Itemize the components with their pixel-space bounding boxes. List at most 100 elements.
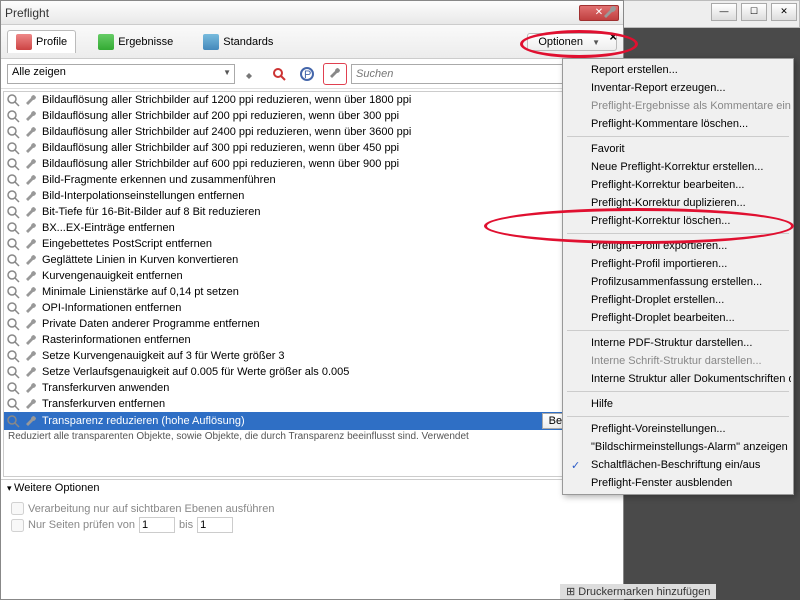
wrench-icon (24, 125, 38, 139)
mi-inventory[interactable]: Inventar-Report erzeugen... (565, 79, 791, 97)
wrench-icon (24, 141, 38, 155)
toolbar: Alle zeigen P (1, 59, 623, 89)
wrench-icon (24, 253, 38, 267)
magnify-icon (6, 414, 20, 428)
search-tool-button[interactable] (267, 63, 291, 85)
mi-alarm[interactable]: "Bildschirmeinstellungs-Alarm" anzeigen (565, 438, 791, 456)
item-label: Bildauflösung aller Strichbilder auf 240… (42, 126, 411, 138)
list-item[interactable]: Geglättete Linien in Kurven konvertieren (4, 252, 620, 268)
mi-doc-fonts[interactable]: Interne Struktur aller Dokumentschriften… (565, 370, 791, 388)
wrench-icon (24, 414, 38, 428)
mi-report[interactable]: Report erstellen... (565, 61, 791, 79)
mi-favorite[interactable]: Favorit (565, 140, 791, 158)
expander-label: Weitere Optionen (14, 482, 99, 494)
mi-pdf-struct[interactable]: Interne PDF-Struktur darstellen... (565, 334, 791, 352)
bg-min[interactable]: — (711, 3, 737, 21)
window-title: Preflight (5, 6, 49, 20)
magnify-icon (6, 333, 20, 347)
tab-profile[interactable]: Profile (7, 30, 76, 53)
mi-import-profile[interactable]: Preflight-Profil importieren... (565, 255, 791, 273)
mi-hide[interactable]: Preflight-Fenster ausblenden (565, 474, 791, 492)
fixup-list[interactable]: Bildauflösung aller Strichbilder auf 120… (3, 91, 621, 477)
magnify-icon (6, 237, 20, 251)
item-label: Bildauflösung aller Strichbilder auf 120… (42, 94, 411, 106)
visible-layers-checkbox[interactable]: Verarbeitung nur auf sichtbaren Ebenen a… (11, 502, 613, 515)
list-item[interactable]: Setze Kurvengenauigkeit auf 3 für Werte … (4, 348, 620, 364)
magnify-icon (6, 93, 20, 107)
list-item[interactable]: OPI-Informationen entfernen (4, 300, 620, 316)
magnify-icon (6, 189, 20, 203)
list-item[interactable]: Bild-Interpolationseinstellungen entfern… (4, 188, 620, 204)
filter-combo[interactable]: Alle zeigen (7, 64, 235, 84)
mi-del-fix[interactable]: Preflight-Korrektur löschen... (565, 212, 791, 230)
page-to-input[interactable] (197, 517, 233, 533)
wrench-icon (24, 397, 38, 411)
menu-separator (567, 233, 789, 234)
mi-results-comments: Preflight-Ergebnisse als Kommentare einf (565, 97, 791, 115)
item-label: Bit-Tiefe für 16-Bit-Bilder auf 8 Bit re… (42, 206, 260, 218)
mi-help[interactable]: Hilfe (565, 395, 791, 413)
bg-close[interactable]: ✕ (771, 3, 797, 21)
mi-edit-droplet[interactable]: Preflight-Droplet bearbeiten... (565, 309, 791, 327)
item-label: Minimale Linienstärke auf 0,14 pt setzen (42, 286, 239, 298)
list-item[interactable]: Bildauflösung aller Strichbilder auf 120… (4, 92, 620, 108)
item-label: Transferkurven entfernen (42, 398, 165, 410)
tab-results[interactable]: Ergebnisse (90, 31, 181, 53)
mi-summary[interactable]: Profilzusammenfassung erstellen... (565, 273, 791, 291)
pages-range-row: Nur Seiten prüfen von bis (11, 517, 613, 533)
list-item[interactable]: Private Daten anderer Programme entferne… (4, 316, 620, 332)
list-item[interactable]: Eingebettetes PostScript entfernen (4, 236, 620, 252)
tab-standards[interactable]: Standards (195, 31, 281, 53)
list-item[interactable]: Transferkurven anwenden (4, 380, 620, 396)
wrench-icon (24, 205, 38, 219)
wrench-icon (24, 269, 38, 283)
menu-separator (567, 391, 789, 392)
wrench-icon (24, 109, 38, 123)
list-item[interactable]: Setze Verlaufsgenauigkeit auf 0.005 für … (4, 364, 620, 380)
filter-value: Alle zeigen (12, 66, 66, 78)
options-label: Optionen (538, 36, 583, 48)
p-tool-button[interactable]: P (295, 63, 319, 85)
page-from-input[interactable] (139, 517, 175, 533)
svg-text:P: P (304, 69, 311, 81)
options-menu: Report erstellen... Inventar-Report erze… (562, 58, 794, 495)
chk-pages[interactable] (11, 519, 24, 532)
list-item[interactable]: Bildauflösung aller Strichbilder auf 300… (4, 140, 620, 156)
panel-close-icon[interactable]: × (609, 29, 617, 44)
chk-visible-layers[interactable] (11, 502, 24, 515)
more-options-expander[interactable]: Weitere Optionen (1, 479, 623, 496)
list-item[interactable]: BX...EX-Einträge entfernen (4, 220, 620, 236)
list-item[interactable]: Bildauflösung aller Strichbilder auf 200… (4, 108, 620, 124)
list-item[interactable]: Minimale Linienstärke auf 0,14 pt setzen (4, 284, 620, 300)
mi-labels[interactable]: ✓Schaltflächen-Beschriftung ein/aus (565, 456, 791, 474)
wrench-icon (24, 317, 38, 331)
list-item[interactable]: Bit-Tiefe für 16-Bit-Bilder auf 8 Bit re… (4, 204, 620, 220)
background-window-controls: — ☐ ✕ (620, 0, 800, 28)
mi-dup-fix[interactable]: Preflight-Korrektur duplizieren... (565, 194, 791, 212)
mi-edit-fix[interactable]: Preflight-Korrektur bearbeiten... (565, 176, 791, 194)
list-item[interactable]: Bildauflösung aller Strichbilder auf 240… (4, 124, 620, 140)
magnify-icon (6, 365, 20, 379)
mi-del-comments[interactable]: Preflight-Kommentare löschen... (565, 115, 791, 133)
item-label: Bildauflösung aller Strichbilder auf 200… (42, 110, 399, 122)
magnify-icon (6, 173, 20, 187)
item-description: Reduziert alle transparenten Objekte, so… (4, 430, 620, 443)
mi-create-droplet[interactable]: Preflight-Droplet erstellen... (565, 291, 791, 309)
options-dropdown[interactable]: Optionen (527, 33, 617, 51)
list-item[interactable]: Kurvengenauigkeit entfernen (4, 268, 620, 284)
magnify-icon (6, 125, 20, 139)
list-item[interactable]: Transferkurven entfernen (4, 396, 620, 412)
bg-max[interactable]: ☐ (741, 3, 767, 21)
fixup-tool-button[interactable] (323, 63, 347, 85)
list-item[interactable]: Bildauflösung aller Strichbilder auf 600… (4, 156, 620, 172)
wrench-icon (24, 173, 38, 187)
mi-new-fix[interactable]: Neue Preflight-Korrektur erstellen... (565, 158, 791, 176)
wrench-button[interactable] (239, 63, 263, 85)
list-item[interactable]: Bild-Fragmente erkennen und zusammenführ… (4, 172, 620, 188)
mi-prefs[interactable]: Preflight-Voreinstellungen... (565, 420, 791, 438)
titlebar: Preflight ✕ (1, 1, 623, 25)
mi-export-profile[interactable]: Preflight-Profil exportieren... (565, 237, 791, 255)
list-item[interactable]: Rasterinformationen entfernen (4, 332, 620, 348)
item-label: Bildauflösung aller Strichbilder auf 600… (42, 158, 399, 170)
list-item[interactable]: Transparenz reduzieren (hohe Auflösung)B… (4, 412, 620, 430)
